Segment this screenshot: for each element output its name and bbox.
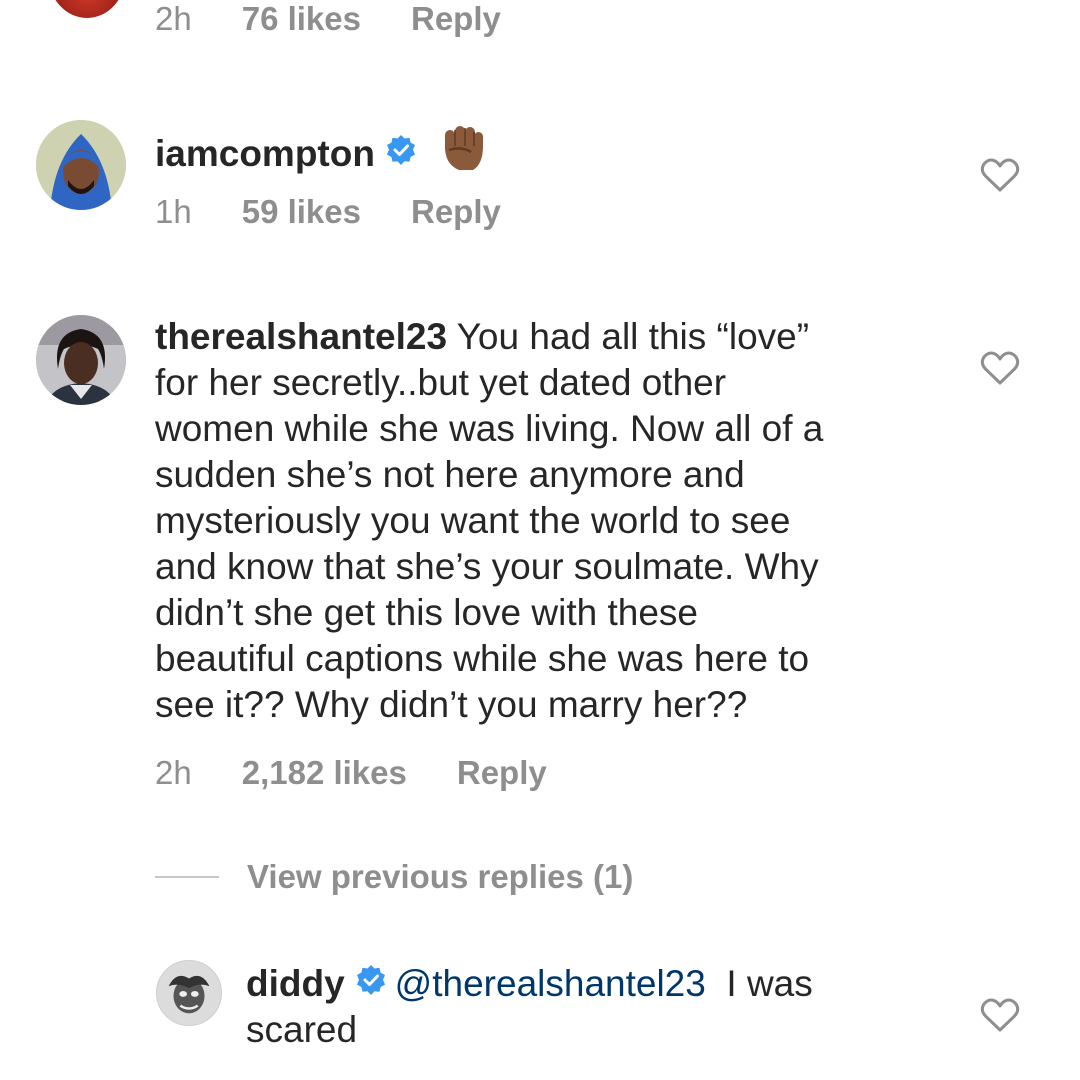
reply-button[interactable]: Reply (411, 2, 501, 35)
comment-line: mysteriously you want the world to see (155, 500, 791, 541)
mention-link[interactable]: @therealshantel23 (395, 961, 706, 1007)
comment-line: for her secretly..but yet dated other (155, 362, 727, 403)
comment-likes[interactable]: 59 likes (242, 195, 361, 228)
comment-time: 2h (155, 0, 192, 37)
iamcompton-meta: 1h 59 likes Reply (155, 195, 501, 228)
therealshantel23-meta: 2h 2,182 likes Reply (155, 756, 547, 789)
username-iamcompton[interactable]: iamcompton (155, 131, 375, 177)
comment-body-therealshantel23: therealshantel23 You had all this “love”… (155, 314, 935, 728)
avatar-photo-icon (36, 315, 126, 405)
reply-body-diddy: diddy @therealshantel23 I was scared (246, 961, 946, 1053)
raised-fist-emoji-icon (441, 124, 487, 183)
reply-line: scared (246, 1009, 358, 1050)
comments-screen: 2h 76 likes Reply iamcompton 1h 59 likes… (0, 0, 1080, 1080)
verified-badge-icon (385, 131, 417, 177)
comment-line: sudden she’s not here anymore and (155, 454, 745, 495)
username-therealshantel23[interactable]: therealshantel23 (155, 316, 447, 357)
avatar-photo-icon (157, 961, 221, 1025)
comment-time: 1h (155, 193, 192, 230)
reply-button[interactable]: Reply (411, 195, 501, 228)
comment-line: and know that she’s your soulmate. Why (155, 546, 819, 587)
replies-divider-line (155, 876, 219, 878)
comment-time: 2h (155, 754, 192, 791)
comment-line: women while she was living. Now all of a (155, 408, 824, 449)
comment-likes[interactable]: 2,182 likes (242, 756, 407, 789)
view-previous-replies-button[interactable]: View previous replies (1) (155, 858, 633, 896)
like-heart-icon[interactable] (980, 157, 1020, 193)
comment-header-iamcompton: iamcompton (155, 124, 487, 183)
avatar-therealshantel23[interactable] (36, 315, 126, 405)
comment-line: didn’t she get this love with these (155, 592, 698, 633)
reply-line: diddy @therealshantel23 I was (246, 961, 946, 1007)
comment-line: see it?? Why didn’t you marry her?? (155, 684, 748, 725)
comment-line: therealshantel23 You had all this “love” (155, 314, 935, 360)
username-diddy[interactable]: diddy (246, 961, 345, 1007)
comment-likes[interactable]: 76 likes (242, 2, 361, 35)
avatar-top-partial[interactable] (48, 0, 126, 18)
like-heart-icon[interactable] (980, 997, 1020, 1033)
top-comment-meta: 2h 76 likes Reply (155, 2, 501, 35)
comment-text-segment: You had all this “love” (447, 316, 810, 357)
reply-text-segment: I was (705, 963, 813, 1004)
avatar-photo-icon (36, 120, 126, 210)
avatar-iamcompton[interactable] (36, 120, 126, 210)
comment-line: beautiful captions while she was here to (155, 638, 810, 679)
avatar-diddy[interactable] (156, 960, 222, 1026)
reply-button[interactable]: Reply (457, 756, 547, 789)
view-previous-replies-label: View previous replies (1) (247, 858, 634, 895)
verified-badge-icon (355, 961, 387, 1007)
like-heart-icon[interactable] (980, 350, 1020, 386)
